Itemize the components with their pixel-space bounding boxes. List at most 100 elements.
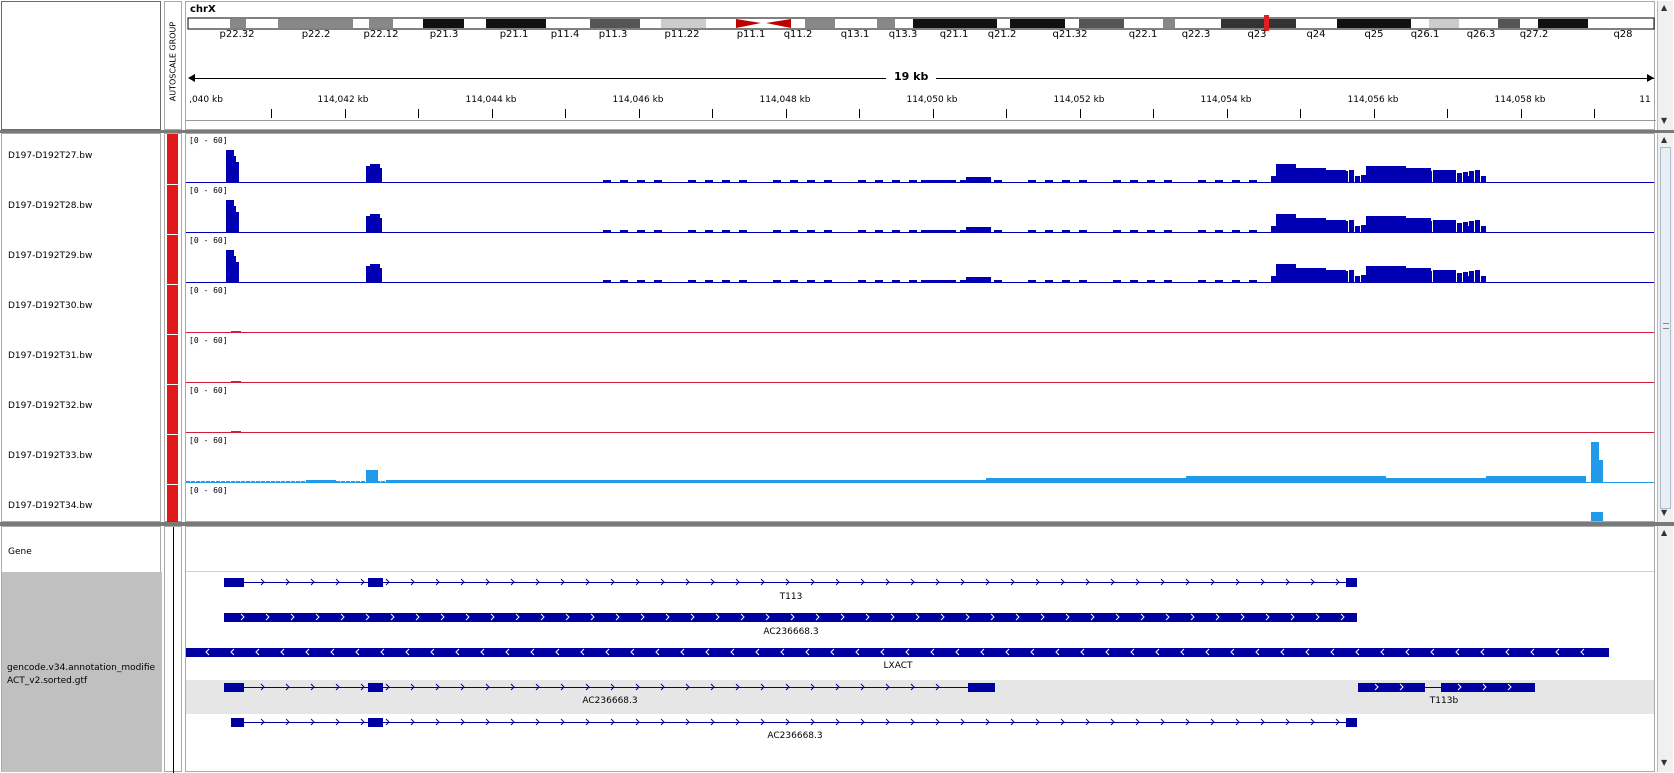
track-name[interactable]: D197-D192T30.bw: [8, 301, 92, 311]
scroll-up-icon[interactable]: ▲: [1661, 3, 1667, 13]
signal-bar: [1079, 230, 1087, 232]
scroll-up-icon[interactable]: ▲: [1661, 135, 1667, 145]
signal-bar: [1598, 512, 1603, 521]
transcript-features[interactable]: [186, 527, 1655, 772]
track-name[interactable]: D197-D192T29.bw: [8, 251, 92, 261]
intron-line: [244, 722, 1346, 723]
ruler-tick: [1006, 109, 1007, 118]
exon: [224, 683, 244, 692]
signal-bar: [941, 481, 945, 482]
signal-bar: [1181, 478, 1185, 482]
signal-bar: [571, 481, 575, 482]
signal-bar: [646, 481, 650, 482]
signal-bar: [966, 481, 970, 482]
track-name[interactable]: D197-D192T28.bw: [8, 201, 92, 211]
signal-bar: [426, 481, 430, 482]
signal-bar: [251, 481, 255, 482]
signal-bar: [1486, 478, 1490, 482]
signal-bar: [1045, 230, 1053, 232]
signal-bar: [1062, 180, 1070, 182]
signal-bar: [620, 280, 628, 282]
signal-bar: [1198, 280, 1206, 282]
signal-bar: [626, 481, 630, 482]
signal-tracks[interactable]: [186, 134, 1655, 522]
signal-bar: [876, 481, 880, 482]
signal-bar: [1266, 478, 1270, 482]
track-baseline: [186, 482, 1654, 483]
track-name[interactable]: D197-D192T32.bw: [8, 401, 92, 411]
signal-bar: [786, 481, 790, 482]
signal-bar: [576, 481, 580, 482]
signal-bar: [446, 481, 450, 482]
signal-bar: [1521, 478, 1525, 482]
signal-bar: [581, 481, 585, 482]
ruler-tick: [1300, 109, 1301, 118]
gene-track-name[interactable]: Gene: [8, 547, 32, 557]
signal-bar: [824, 230, 832, 232]
signal-bar: [773, 280, 781, 282]
track-name[interactable]: D197-D192T31.bw: [8, 351, 92, 361]
signal-bar: [206, 481, 210, 482]
signal-bar: [1566, 478, 1570, 482]
signal-bar: [1325, 224, 1330, 232]
scroll-thumb[interactable]: [1660, 147, 1671, 509]
signal-bar: [1337, 172, 1342, 182]
signal-bar: [1475, 270, 1480, 282]
signal-bar: [1147, 280, 1155, 282]
signal-bar: [1406, 478, 1410, 482]
attribute-column-header[interactable]: AUTOSCALE GROUP: [164, 1, 182, 130]
header-data-panel: chrX p22.32 p22.2 p22.12 p21.3 p21.1 p11.4 p11…: [185, 1, 1656, 131]
signal-bar: [1466, 478, 1470, 482]
scroll-down-icon[interactable]: ▼: [1661, 758, 1667, 768]
signal-bar: [421, 481, 425, 482]
signal-bar: [1271, 226, 1276, 232]
track-name[interactable]: D197-D192T33.bw: [8, 451, 92, 461]
signal-bar: [396, 481, 400, 482]
signal-bar: [1481, 276, 1486, 282]
scroll-up-icon[interactable]: ▲: [1661, 528, 1667, 538]
track-name[interactable]: D197-D192T27.bw: [8, 151, 92, 161]
scroll-down-icon[interactable]: ▼: [1661, 508, 1667, 518]
signal-bar: [651, 481, 655, 482]
signal-bar: [1164, 230, 1172, 232]
signal-bar: [960, 230, 968, 232]
exon: [1346, 578, 1357, 587]
scroll-down-icon[interactable]: ▼: [1661, 116, 1667, 126]
signal-bar: [751, 481, 755, 482]
signal-bar: [1481, 176, 1486, 182]
signal-bar: [1283, 224, 1288, 232]
signal-bar: [1409, 224, 1414, 232]
signal-bar: [491, 481, 495, 482]
signal-bar: [1215, 280, 1223, 282]
position-ruler[interactable]: ,040 kb 114,042 kb 114,044 kb 114,046 kb 114…: [186, 2, 1656, 131]
signal-bar: [1331, 223, 1336, 232]
signal-bar: [858, 230, 866, 232]
signal-bar: [909, 280, 917, 282]
ruler-tick: [1373, 109, 1375, 118]
data-attribute-column[interactable]: [164, 133, 182, 523]
signal-bar: [1336, 478, 1340, 482]
track-name[interactable]: D197-D192T34.bw: [8, 501, 92, 511]
signal-bar: [956, 481, 960, 482]
signal-bar: [316, 481, 320, 482]
signal-bar: [1211, 478, 1215, 482]
signal-bar: [466, 481, 470, 482]
exon: [1346, 718, 1357, 727]
signal-bar: [521, 481, 525, 482]
ruler-tick: [1079, 109, 1081, 118]
signal-bar: [1221, 478, 1225, 482]
signal-bar: [1164, 280, 1172, 282]
signal-bar: [1307, 220, 1312, 232]
signal-bar: [1271, 276, 1276, 282]
signal-bar: [1081, 478, 1085, 482]
annotation-track-block[interactable]: gencode.v34.annotation_modifie ACT_v2.so…: [2, 572, 162, 772]
signal-bar: [336, 481, 340, 482]
feature-scrollbar[interactable]: ▲ ▼: [1657, 526, 1673, 772]
signal-bar: [991, 478, 995, 482]
feature-tracks-panel: T113 AC236668.3 LXACT AC236668.3 T113b AC2366…: [185, 526, 1655, 772]
header-scrollbar[interactable]: ▲ ▼: [1657, 1, 1673, 130]
signal-bar: [1421, 222, 1426, 232]
data-scrollbar[interactable]: ▲ ▼: [1657, 133, 1673, 522]
signal-bar: [1481, 478, 1485, 482]
signal-bar: [246, 481, 250, 482]
